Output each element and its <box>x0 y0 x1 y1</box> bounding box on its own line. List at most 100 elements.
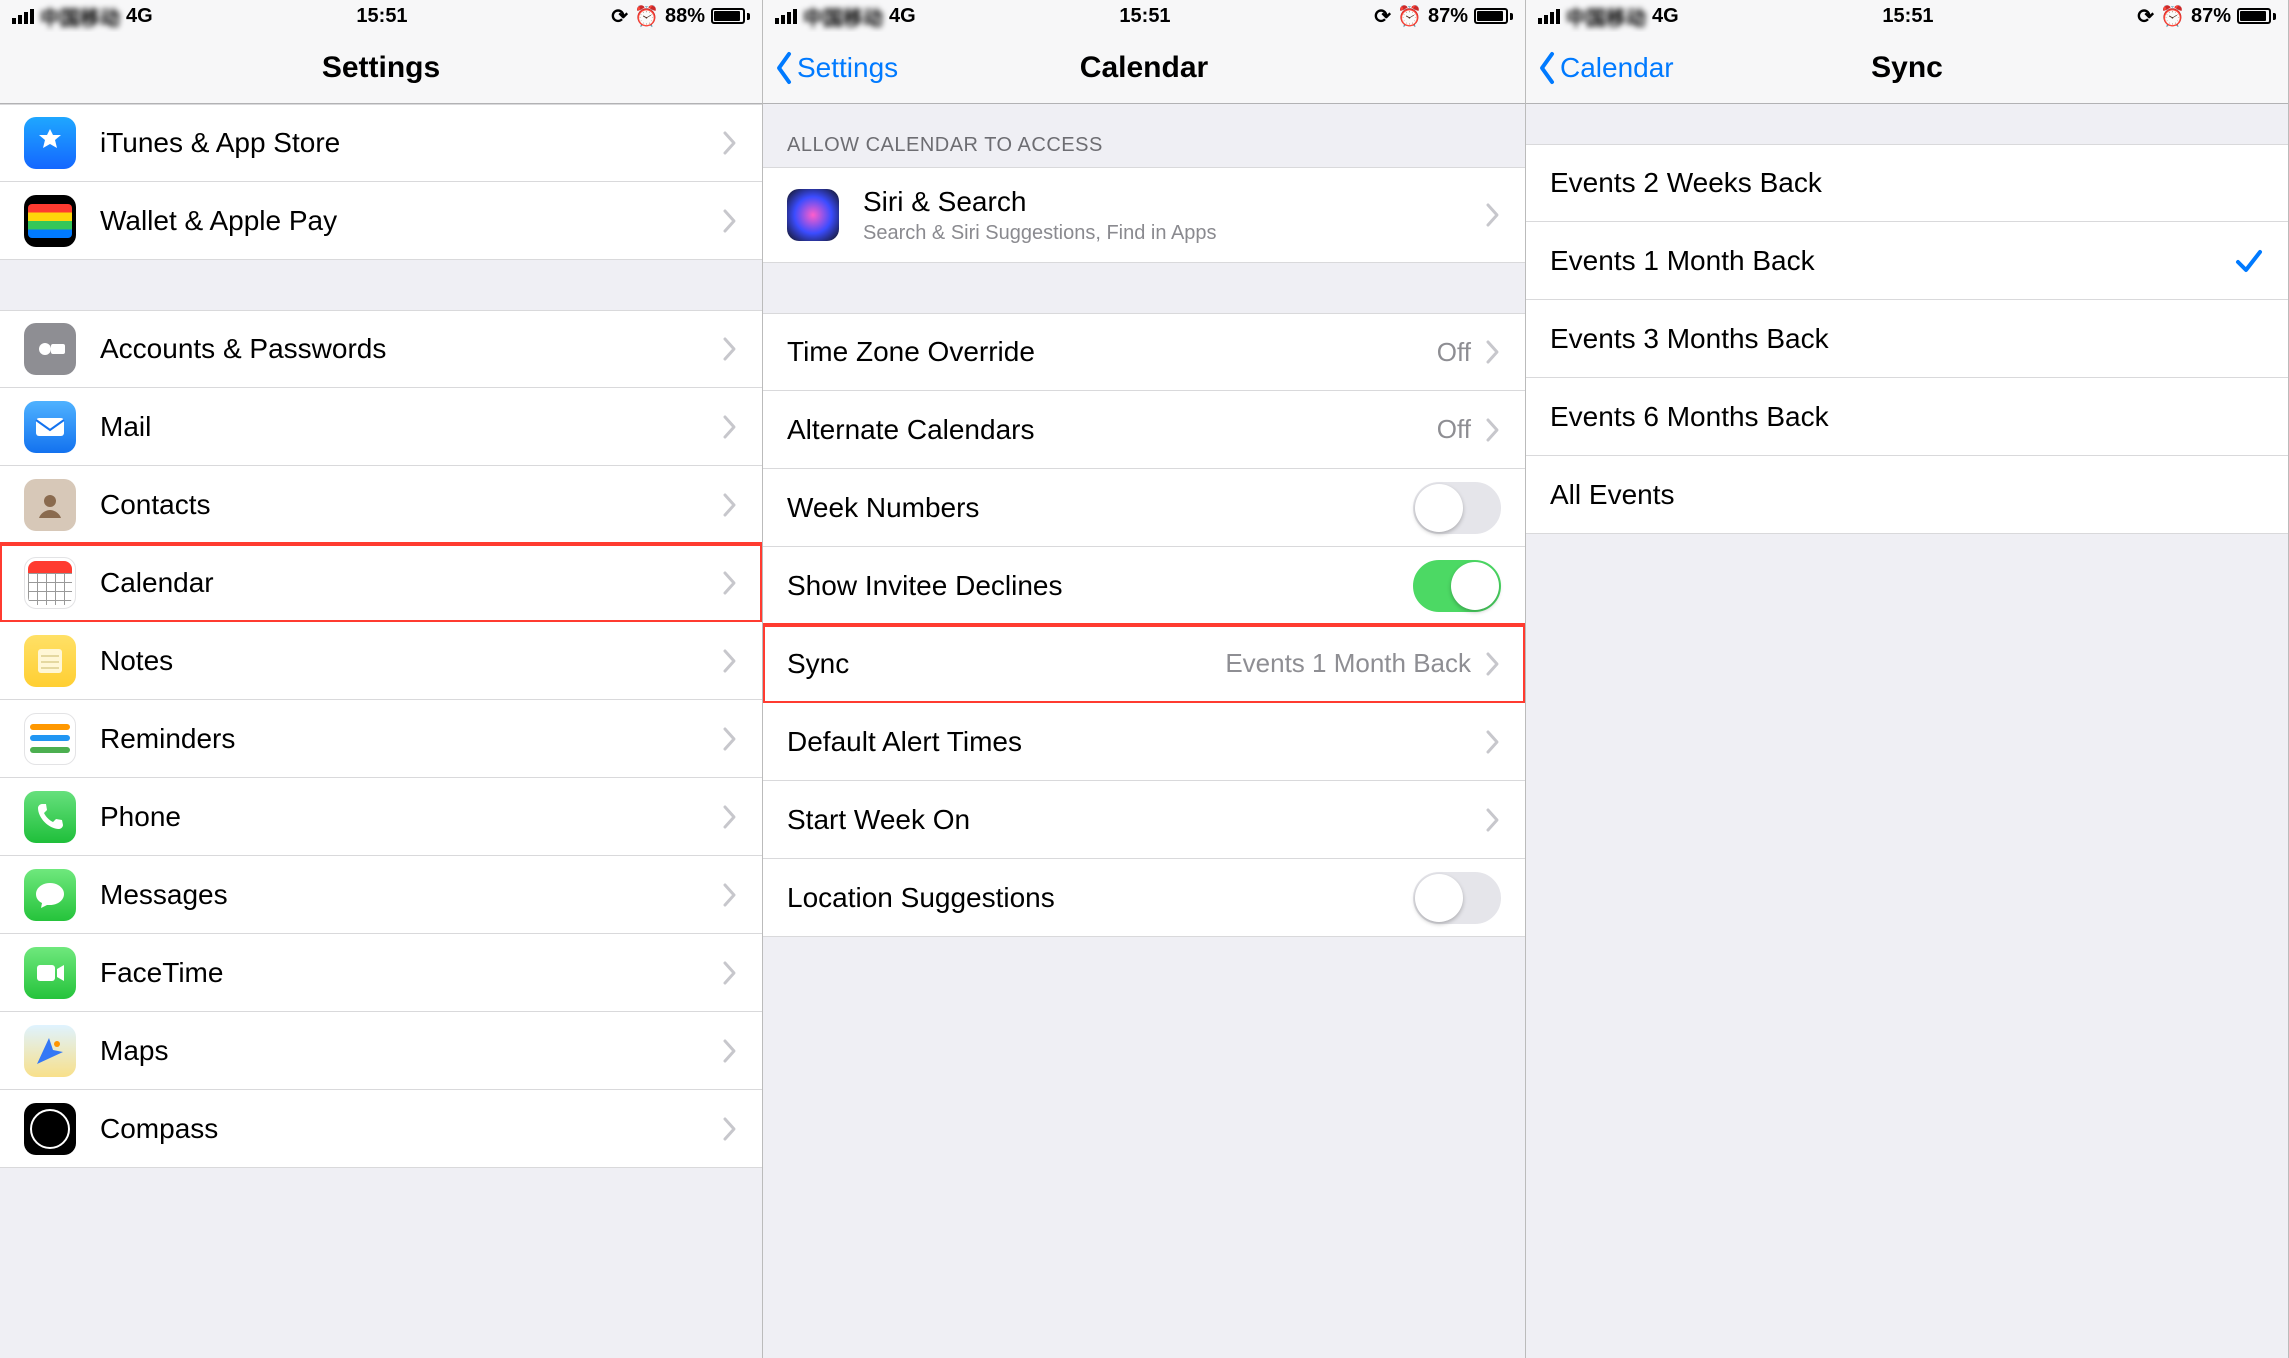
network-label: 4G <box>1652 5 1679 28</box>
row-location-suggestions[interactable]: Location Suggestions <box>763 859 1525 937</box>
row-messages[interactable]: Messages <box>0 856 762 934</box>
row-sync[interactable]: SyncEvents 1 Month Back <box>763 625 1525 703</box>
settings-list: iTunes & App Store Wallet & Apple Pay Acco… <box>0 104 762 1168</box>
rotation-lock-icon: ⟳ <box>1374 4 1391 29</box>
row-phone[interactable]: Phone <box>0 778 762 856</box>
row-compass[interactable]: Compass <box>0 1090 762 1168</box>
row-label: Contacts <box>100 489 722 521</box>
option-all-events[interactable]: All Events <box>1526 456 2288 534</box>
row-show-invitee-declines[interactable]: Show Invitee Declines <box>763 547 1525 625</box>
chevron-right-icon <box>722 208 738 234</box>
option-events-3-months-back[interactable]: Events 3 Months Back <box>1526 300 2288 378</box>
toggle-switch[interactable] <box>1413 560 1501 612</box>
chevron-right-icon <box>722 570 738 596</box>
calendar-icon <box>24 557 76 609</box>
option-events-1-month-back[interactable]: Events 1 Month Back <box>1526 222 2288 300</box>
accounts-icon <box>24 323 76 375</box>
row-label: Compass <box>100 1113 722 1145</box>
row-label: Siri & Search <box>863 186 1485 218</box>
chevron-right-icon <box>722 960 738 986</box>
option-events-6-months-back[interactable]: Events 6 Months Back <box>1526 378 2288 456</box>
chevron-right-icon <box>1485 339 1501 365</box>
row-label: Reminders <box>100 723 722 755</box>
row-value: Off <box>1437 337 1471 368</box>
signal-icon <box>12 9 34 24</box>
clock-label: 15:51 <box>916 5 1375 28</box>
reminders-icon <box>24 713 76 765</box>
carrier-label: 中国移动 <box>803 2 883 31</box>
nav-header: Settings Calendar <box>763 32 1525 104</box>
messages-icon <box>24 869 76 921</box>
chevron-right-icon <box>722 882 738 908</box>
row-sublabel: Search & Siri Suggestions, Find in Apps <box>863 222 1485 245</box>
toggle-switch[interactable] <box>1413 482 1501 534</box>
chevron-right-icon <box>722 492 738 518</box>
row-wallet[interactable]: Wallet & Apple Pay <box>0 182 762 260</box>
row-label: FaceTime <box>100 957 722 989</box>
row-reminders[interactable]: Reminders <box>0 700 762 778</box>
sync-options: Events 2 Weeks Back Events 1 Month Back Ev… <box>1526 144 2288 534</box>
row-accounts[interactable]: Accounts & Passwords <box>0 310 762 388</box>
appstore-icon <box>24 117 76 169</box>
chevron-right-icon <box>722 804 738 830</box>
alarm-icon: ⏰ <box>1397 4 1422 29</box>
chevron-left-icon <box>1536 50 1558 86</box>
status-bar: 中国移动 4G 15:51 ⟳ ⏰ 87% <box>1526 0 2288 32</box>
back-button[interactable]: Calendar <box>1526 50 1674 86</box>
option-events-2-weeks-back[interactable]: Events 2 Weeks Back <box>1526 144 2288 222</box>
option-label: Events 1 Month Back <box>1550 245 2234 277</box>
alarm-icon: ⏰ <box>634 4 659 29</box>
option-label: Events 2 Weeks Back <box>1550 167 2264 199</box>
section-header: ALLOW CALENDAR TO ACCESS <box>763 104 1525 167</box>
checkmark-icon <box>2234 246 2264 276</box>
chevron-right-icon <box>722 336 738 362</box>
row-label: Maps <box>100 1035 722 1067</box>
battery-pct-label: 88% <box>665 5 705 28</box>
screen-calendar-settings: 中国移动 4G 15:51 ⟳ ⏰ 87% Settings Calendar … <box>763 0 1526 1358</box>
row-label: Mail <box>100 411 722 443</box>
row-mail[interactable]: Mail <box>0 388 762 466</box>
back-label: Settings <box>797 52 898 84</box>
nav-header: Calendar Sync <box>1526 32 2288 104</box>
row-contacts[interactable]: Contacts <box>0 466 762 544</box>
row-time-zone-override[interactable]: Time Zone OverrideOff <box>763 313 1525 391</box>
row-maps[interactable]: Maps <box>0 1012 762 1090</box>
toggle-switch[interactable] <box>1413 872 1501 924</box>
clock-label: 15:51 <box>153 5 612 28</box>
chevron-right-icon <box>722 648 738 674</box>
row-label: Sync <box>787 648 1225 680</box>
row-label: Notes <box>100 645 722 677</box>
clock-label: 15:51 <box>1679 5 2138 28</box>
row-facetime[interactable]: FaceTime <box>0 934 762 1012</box>
row-notes[interactable]: Notes <box>0 622 762 700</box>
page-title: Settings <box>0 51 762 85</box>
row-label: iTunes & App Store <box>100 127 722 159</box>
row-label: Location Suggestions <box>787 882 1413 914</box>
carrier-label: 中国移动 <box>1566 2 1646 31</box>
row-value: Events 1 Month Back <box>1225 648 1471 679</box>
back-button[interactable]: Settings <box>763 50 898 86</box>
row-start-week-on[interactable]: Start Week On <box>763 781 1525 859</box>
battery-icon <box>2237 8 2276 24</box>
wallet-icon <box>24 195 76 247</box>
option-label: Events 3 Months Back <box>1550 323 2264 355</box>
status-bar: 中国移动 4G 15:51 ⟳ ⏰ 88% <box>0 0 762 32</box>
row-calendar[interactable]: Calendar <box>0 544 762 622</box>
chevron-left-icon <box>773 50 795 86</box>
row-week-numbers[interactable]: Week Numbers <box>763 469 1525 547</box>
row-label: Messages <box>100 879 722 911</box>
row-appstore[interactable]: iTunes & App Store <box>0 104 762 182</box>
signal-icon <box>1538 9 1560 24</box>
row-siri-search[interactable]: Siri & Search Search & Siri Suggestions,… <box>763 167 1525 263</box>
chevron-right-icon <box>1485 807 1501 833</box>
row-default-alert-times[interactable]: Default Alert Times <box>763 703 1525 781</box>
option-label: All Events <box>1550 479 2264 511</box>
row-label: Start Week On <box>787 804 1485 836</box>
row-alternate-calendars[interactable]: Alternate CalendarsOff <box>763 391 1525 469</box>
row-label: Wallet & Apple Pay <box>100 205 722 237</box>
network-label: 4G <box>126 5 153 28</box>
row-label: Calendar <box>100 567 722 599</box>
screen-settings: 中国移动 4G 15:51 ⟳ ⏰ 88% Settings iTunes & … <box>0 0 763 1358</box>
signal-icon <box>775 9 797 24</box>
status-bar: 中国移动 4G 15:51 ⟳ ⏰ 87% <box>763 0 1525 32</box>
